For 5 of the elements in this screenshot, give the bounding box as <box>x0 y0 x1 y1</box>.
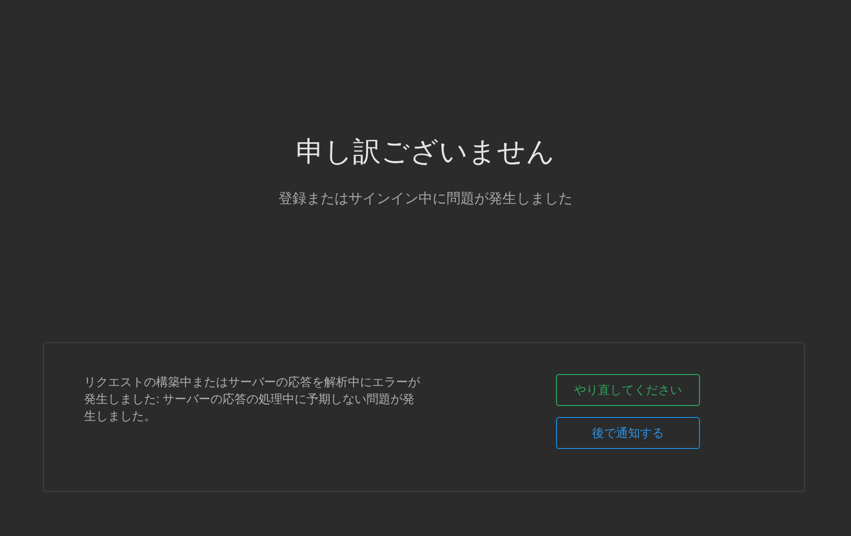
page-title: 申し訳ございません <box>296 135 555 169</box>
notify-later-button[interactable]: 後で通知する <box>556 417 700 449</box>
page-subtitle: 登録またはサインイン中に問題が発生しました <box>278 189 572 208</box>
error-message: リクエストの構築中またはサーバーの応答を解析中にエラーが発生しました: サーバーの応答の処理中に予期しない問題が発生しました。 <box>84 374 420 425</box>
retry-button[interactable]: やり直してください <box>556 374 700 406</box>
